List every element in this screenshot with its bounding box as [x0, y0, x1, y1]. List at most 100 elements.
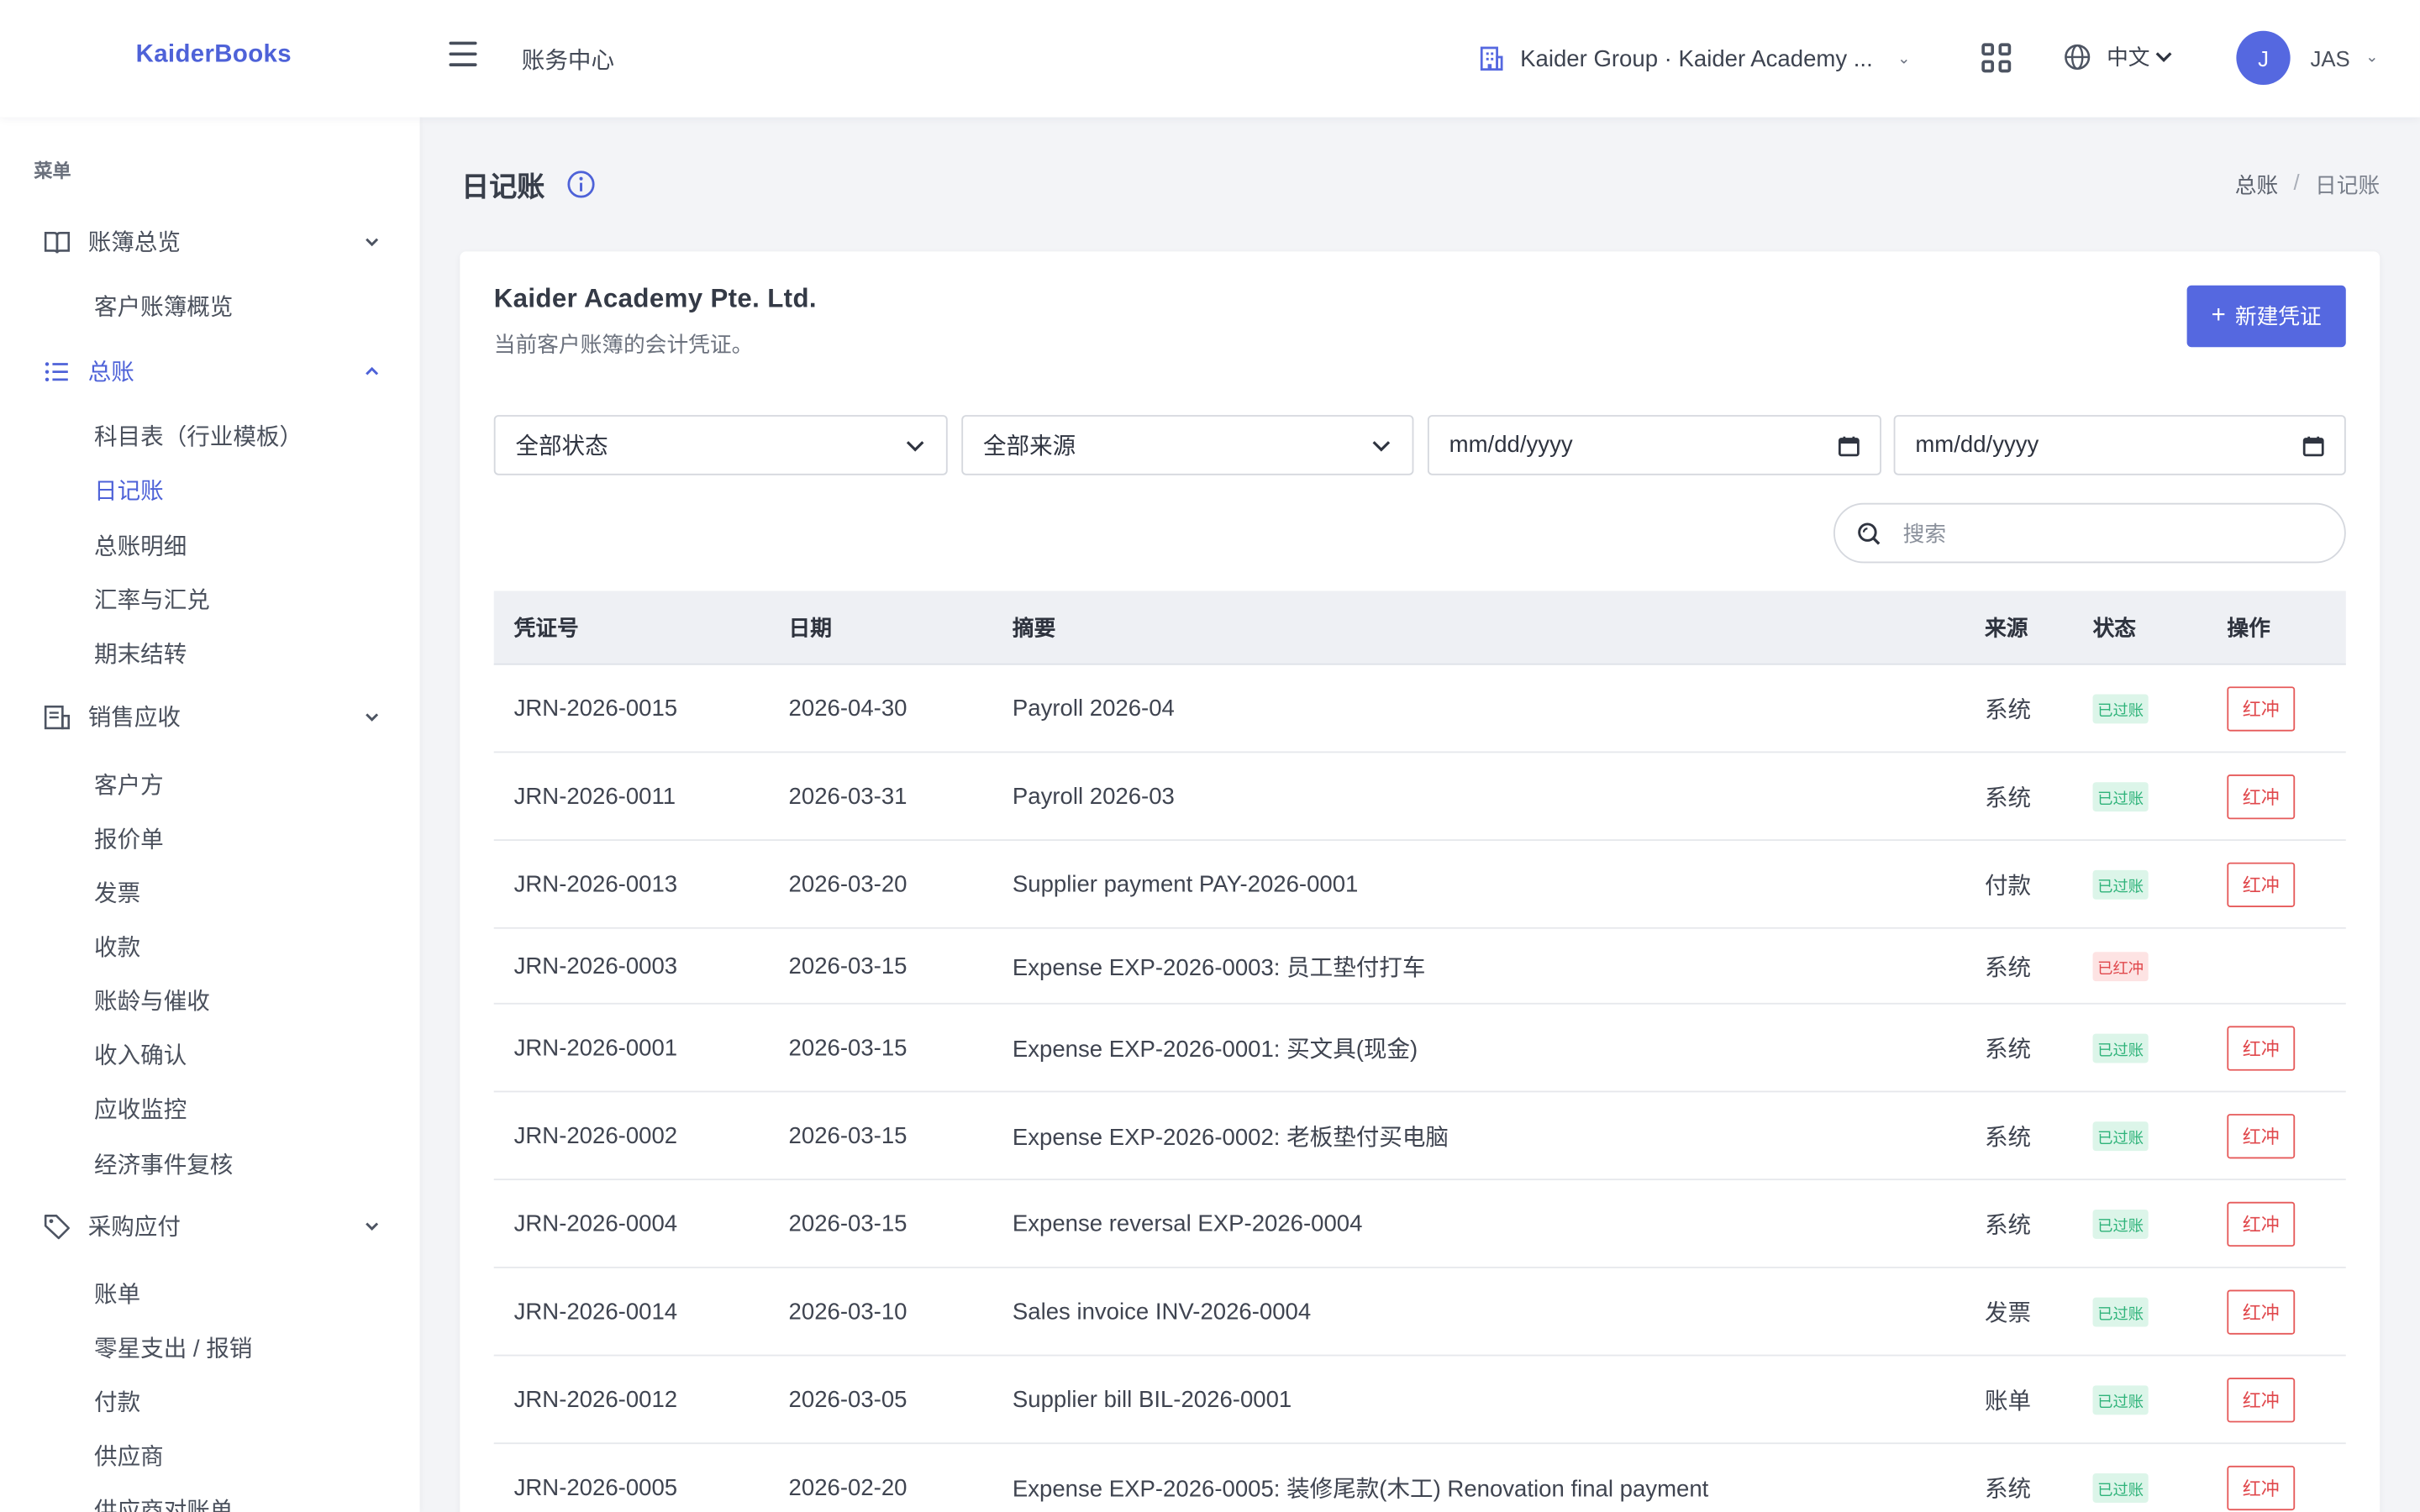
table-row[interactable]: JRN-2026-0003 2026-03-15 Expense EXP-202… — [493, 929, 2346, 1005]
sidebar-item-event-review[interactable]: 经济事件复核 — [94, 1148, 233, 1181]
entry-memo: Sales invoice INV-2026-0004 — [1012, 1298, 1312, 1325]
sidebar-item-quotes[interactable]: 报价单 — [94, 822, 164, 855]
sidebar-item-suppliers[interactable]: 供应商 — [94, 1440, 164, 1473]
voucher-no[interactable]: JRN-2026-0001 — [514, 1035, 678, 1061]
sidebar-item-supplier-statements[interactable]: 供应商对账单 — [94, 1494, 233, 1512]
voucher-no[interactable]: JRN-2026-0005 — [514, 1474, 678, 1500]
sidebar-item-customers[interactable]: 客户方 — [94, 769, 164, 801]
status-filter-select[interactable]: 全部状态 — [493, 415, 948, 475]
journal-table: 凭证号 日期 摘要 来源 状态 操作 JRN-2026-0015 2026-04… — [493, 591, 2346, 1512]
status-badge: 已过账 — [2092, 1121, 2149, 1151]
breadcrumb-item-ledger[interactable]: 总账 — [2235, 170, 2278, 201]
sidebar-item-payments[interactable]: 付款 — [94, 1385, 140, 1418]
search-input[interactable]: 搜索 — [1833, 502, 2346, 564]
voucher-no[interactable]: JRN-2026-0002 — [514, 1122, 678, 1148]
chevron-down-icon: ⌄ — [1897, 50, 1911, 67]
sidebar-section-label: 采购应付 — [87, 1214, 181, 1241]
date-from-input[interactable]: mm/dd/yyyy — [1427, 415, 1881, 475]
voucher-no[interactable]: JRN-2026-0014 — [514, 1299, 678, 1325]
reverse-button[interactable]: 红冲 — [2227, 1464, 2296, 1510]
sidebar-item-petty-expenses[interactable]: 零星支出 / 报销 — [94, 1331, 252, 1364]
chevron-down-icon — [366, 1221, 379, 1231]
col-memo[interactable]: 摘要 — [1013, 612, 1055, 643]
sidebar-section-purchase-payable[interactable]: 采购应付 — [43, 1210, 379, 1242]
table-row[interactable]: JRN-2026-0013 2026-03-20 Supplier paymen… — [493, 841, 2346, 929]
sidebar-item-client-ledger-overview[interactable]: 客户账簿概览 — [94, 290, 233, 323]
reverse-button[interactable]: 红冲 — [2227, 774, 2296, 819]
sidebar-item-fx[interactable]: 汇率与汇兑 — [94, 583, 210, 616]
entry-date: 2026-03-10 — [788, 1298, 908, 1325]
voucher-no[interactable]: JRN-2026-0003 — [514, 953, 678, 979]
sidebar-item-journal[interactable]: 日记账 — [94, 474, 164, 507]
table-row[interactable]: JRN-2026-0001 2026-03-15 Expense EXP-202… — [493, 1005, 2346, 1093]
new-voucher-button[interactable]: + 新建凭证 — [2186, 285, 2346, 348]
reverse-button[interactable]: 红冲 — [2227, 1025, 2296, 1070]
reverse-button[interactable]: 红冲 — [2227, 1377, 2296, 1422]
chevron-down-icon: ⌄ — [2365, 49, 2379, 66]
entry-memo: Supplier bill BIL-2026-0001 — [1012, 1386, 1292, 1413]
entry-memo: Supplier payment PAY-2026-0001 — [1012, 870, 1359, 898]
table-row[interactable]: JRN-2026-0012 2026-03-05 Supplier bill B… — [493, 1356, 2346, 1445]
reverse-button[interactable]: 红冲 — [2227, 1289, 2296, 1334]
search-icon — [1858, 522, 1881, 544]
entry-memo: Expense EXP-2026-0005: 装修尾款(木工) Renovati… — [1012, 1475, 1709, 1503]
entry-date: 2026-02-20 — [788, 1473, 908, 1501]
col-voucher-no[interactable]: 凭证号 — [514, 612, 579, 643]
org-switcher[interactable]: Kaider Group · Kaider Academy ... ⌄ — [1477, 39, 1911, 79]
sidebar-section-sales-receivable[interactable]: 销售应收 — [43, 701, 379, 733]
table-row[interactable]: JRN-2026-0011 2026-03-31 Payroll 2026-03… — [493, 753, 2346, 842]
brand-logo[interactable]: KaiderBooks — [136, 42, 292, 70]
info-icon[interactable] — [566, 170, 596, 199]
sidebar-item-chart-of-accounts[interactable]: 科目表（行业模板） — [94, 420, 302, 453]
sidebar-item-invoices[interactable]: 发票 — [94, 876, 140, 909]
apps-grid-icon[interactable] — [1981, 43, 2012, 73]
sidebar-item-revenue-recognition[interactable]: 收入确认 — [94, 1038, 187, 1071]
entry-source: 系统 — [1984, 953, 2032, 981]
sidebar-section-ledger-overview[interactable]: 账簿总览 — [43, 225, 379, 258]
reverse-button[interactable]: 红冲 — [2227, 1200, 2296, 1247]
avatar: J — [2236, 30, 2291, 86]
col-source[interactable]: 来源 — [1985, 612, 2028, 643]
voucher-no[interactable]: JRN-2026-0013 — [514, 871, 678, 897]
book-icon — [44, 231, 71, 253]
table-row[interactable]: JRN-2026-0004 2026-03-15 Expense reversa… — [493, 1180, 2346, 1268]
calendar-icon[interactable] — [1838, 434, 1860, 456]
reverse-button[interactable]: 红冲 — [2227, 1113, 2296, 1158]
entry-source: 付款 — [1984, 872, 2032, 899]
calendar-icon[interactable] — [2302, 434, 2324, 456]
voucher-no[interactable]: JRN-2026-0011 — [514, 783, 676, 809]
user-menu[interactable]: J JAS ⌄ — [2236, 30, 2379, 86]
voucher-no[interactable]: JRN-2026-0012 — [514, 1386, 678, 1412]
source-filter-select[interactable]: 全部来源 — [961, 415, 1414, 475]
chevron-up-icon — [366, 365, 379, 375]
reverse-button[interactable]: 红冲 — [2227, 861, 2296, 907]
entry-memo: Expense EXP-2026-0001: 买文具(现金) — [1012, 1036, 1418, 1063]
menu-toggle-icon[interactable] — [449, 41, 477, 70]
sidebar-item-ledger-detail[interactable]: 总账明细 — [94, 529, 187, 562]
sidebar-item-bills[interactable]: 账单 — [94, 1278, 140, 1310]
breadcrumb-item-current: 日记账 — [2315, 172, 2381, 198]
reverse-button[interactable]: 红冲 — [2227, 685, 2296, 731]
sidebar-item-aging[interactable]: 账龄与催收 — [94, 984, 210, 1017]
entry-source: 系统 — [1984, 1036, 2032, 1063]
voucher-no[interactable]: JRN-2026-0015 — [514, 695, 678, 721]
table-row[interactable]: JRN-2026-0015 2026-04-30 Payroll 2026-04… — [493, 665, 2346, 753]
menu-title: 菜单 — [34, 160, 71, 182]
table-row[interactable]: JRN-2026-0014 2026-03-10 Sales invoice I… — [493, 1268, 2346, 1357]
entry-date: 2026-03-05 — [788, 1386, 908, 1413]
sidebar-section-general-ledger[interactable]: 总账 — [43, 354, 379, 387]
table-row[interactable]: JRN-2026-0005 2026-02-20 Expense EXP-202… — [494, 1444, 2346, 1512]
sidebar-item-ar-monitor[interactable]: 应收监控 — [94, 1092, 187, 1125]
voucher-no[interactable]: JRN-2026-0004 — [514, 1210, 678, 1236]
tag-icon — [44, 1214, 71, 1239]
date-to-input[interactable]: mm/dd/yyyy — [1893, 415, 2346, 475]
sidebar-item-period-close[interactable]: 期末结转 — [94, 638, 187, 670]
col-status[interactable]: 状态 — [2093, 612, 2136, 643]
col-date[interactable]: 日期 — [789, 612, 832, 643]
language-switcher[interactable]: 中文 — [2064, 42, 2173, 73]
sidebar-item-receipts[interactable]: 收款 — [94, 931, 140, 963]
entry-source: 发票 — [1984, 1299, 2032, 1326]
status-badge: 已过账 — [2092, 1209, 2149, 1238]
table-row[interactable]: JRN-2026-0002 2026-03-15 Expense EXP-202… — [493, 1092, 2346, 1181]
status-badge: 已过账 — [2092, 781, 2149, 811]
